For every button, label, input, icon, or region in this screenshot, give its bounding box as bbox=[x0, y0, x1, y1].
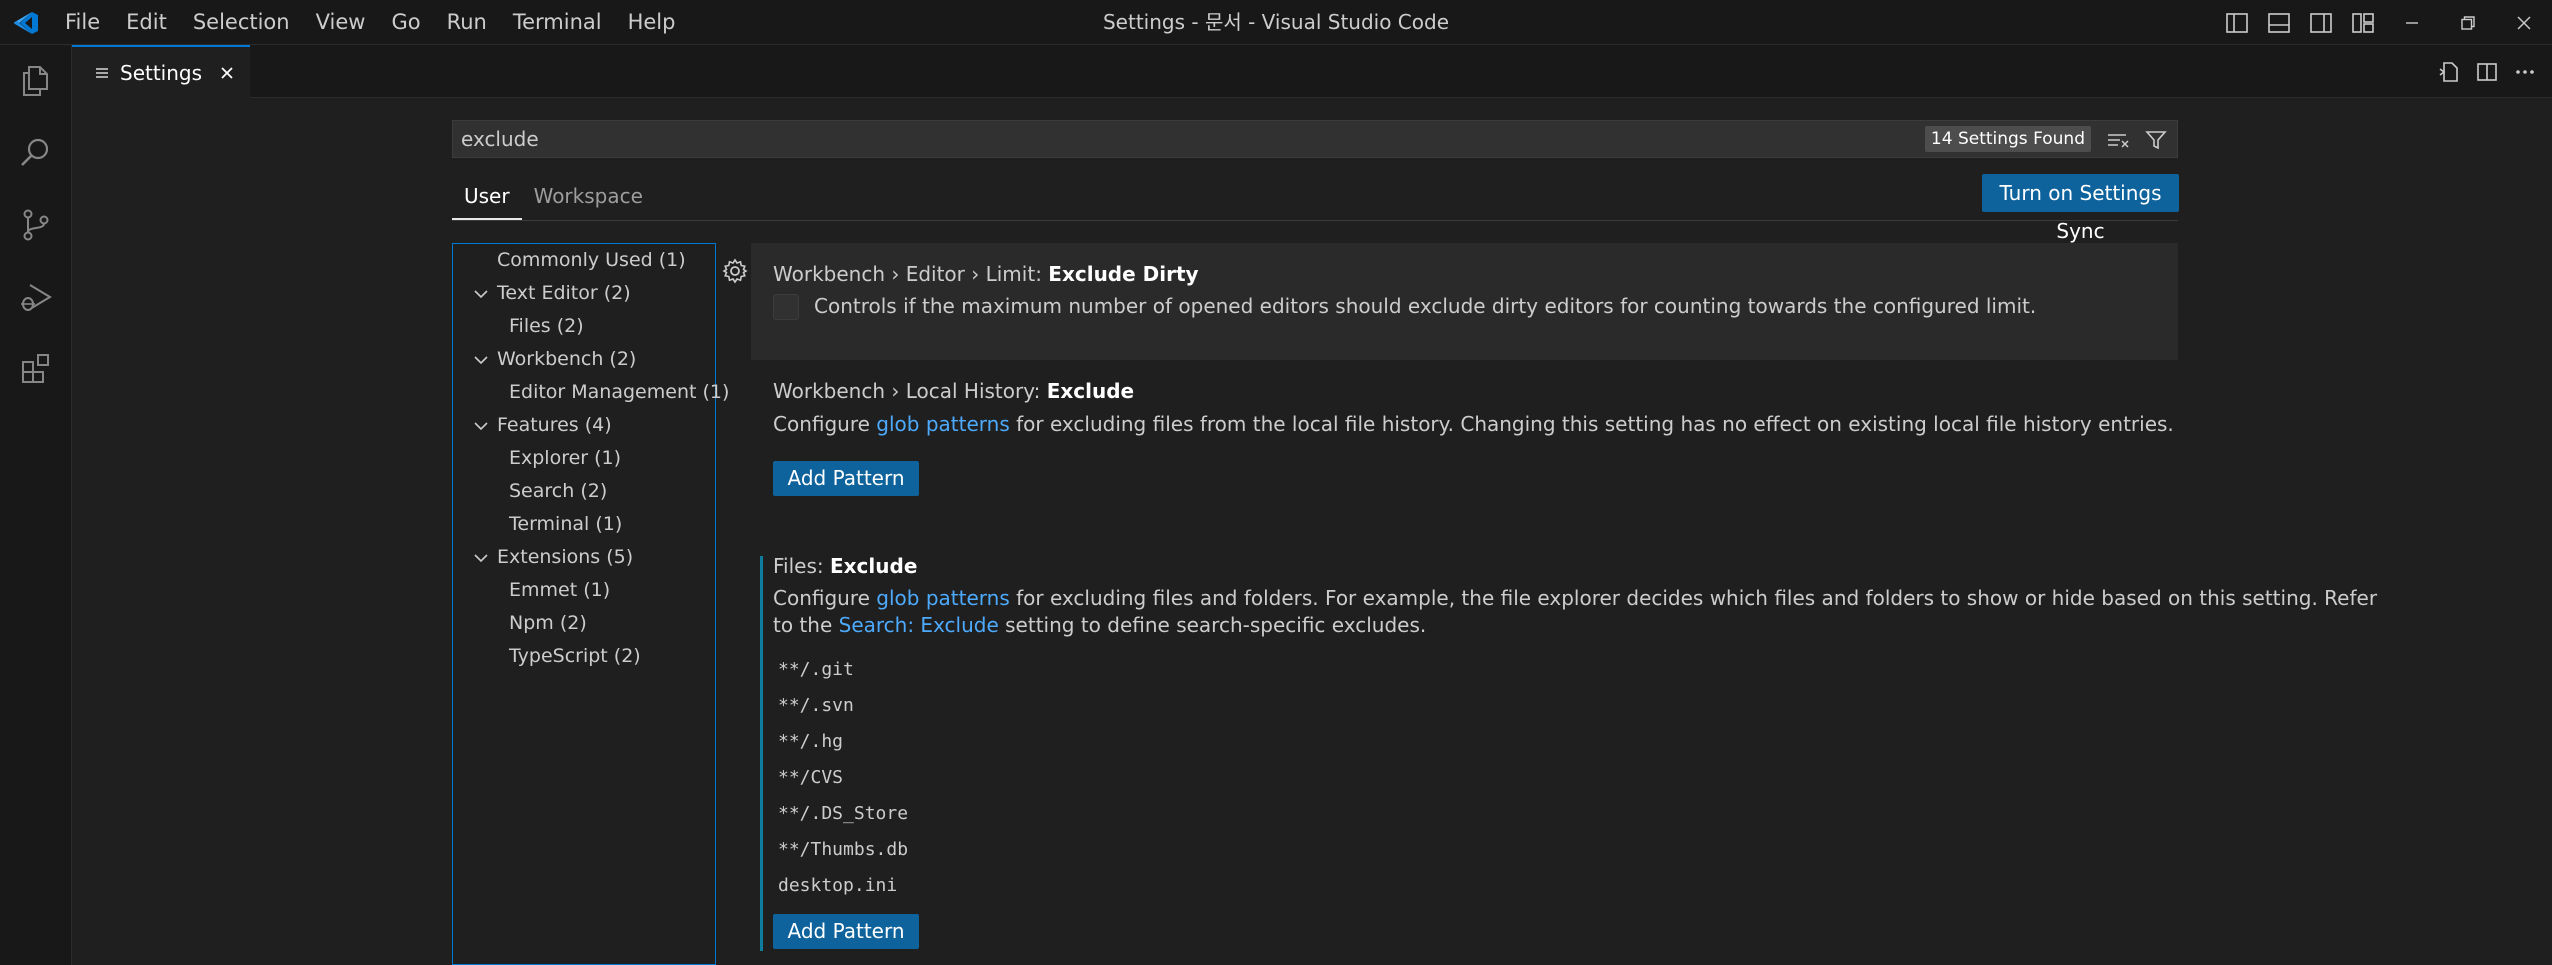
setting-title: Workbench › Editor › Limit: Exclude Dirt… bbox=[773, 262, 1199, 286]
settings-search-input[interactable]: exclude 14 Settings Found bbox=[452, 120, 2178, 158]
clear-search-icon[interactable] bbox=[2103, 125, 2133, 155]
menu-help[interactable]: Help bbox=[615, 0, 689, 45]
tab-settings[interactable]: Settings bbox=[72, 45, 250, 98]
scope-tabs-divider bbox=[452, 220, 2178, 221]
toc-item-search[interactable]: Search (2) bbox=[509, 475, 607, 508]
setting-description: Controls if the maximum number of opened… bbox=[814, 294, 2037, 318]
minimize-icon[interactable] bbox=[2384, 0, 2440, 45]
add-pattern-button[interactable]: Add Pattern bbox=[773, 914, 919, 949]
close-window-icon[interactable] bbox=[2496, 0, 2552, 45]
setting-title: Files: Exclude bbox=[773, 554, 917, 578]
search-value: exclude bbox=[461, 127, 539, 151]
tab-label: Settings bbox=[120, 60, 203, 85]
setting-category: Workbench › Local History: bbox=[773, 379, 1047, 403]
toc-item-features[interactable]: Features (4) bbox=[497, 409, 612, 442]
glob-patterns-link[interactable]: glob patterns bbox=[876, 586, 1009, 610]
toc-item-text-editor[interactable]: Text Editor (2) bbox=[497, 277, 631, 310]
chevron-down-icon[interactable] bbox=[471, 277, 491, 310]
settings-found-badge: 14 Settings Found bbox=[1924, 126, 2091, 152]
setting-category: Workbench › Editor › Limit: bbox=[773, 262, 1049, 286]
pattern-item[interactable]: **/.DS_Store bbox=[778, 803, 908, 824]
setting-category: Files: bbox=[773, 554, 830, 578]
desc-text: to the bbox=[773, 613, 839, 637]
menu-bar: File Edit Selection View Go Run Terminal… bbox=[52, 0, 688, 45]
restore-icon[interactable] bbox=[2440, 0, 2496, 45]
desc-text: Configure bbox=[773, 586, 877, 610]
menu-file[interactable]: File bbox=[52, 0, 113, 45]
add-pattern-button[interactable]: Add Pattern bbox=[773, 461, 919, 496]
toc-item-terminal[interactable]: Terminal (1) bbox=[509, 508, 622, 541]
desc-text: setting to define search-specific exclud… bbox=[998, 613, 1427, 637]
desc-text: for excluding files from the local file … bbox=[1009, 412, 2174, 436]
toc-item-npm[interactable]: Npm (2) bbox=[509, 607, 587, 640]
toggle-panel-icon[interactable] bbox=[2262, 6, 2296, 40]
toc-item-commonly-used[interactable]: Commonly Used (1) bbox=[497, 244, 686, 277]
open-settings-json-icon[interactable] bbox=[2430, 53, 2468, 91]
chevron-down-icon[interactable] bbox=[471, 343, 491, 376]
setting-name: Exclude Dirty bbox=[1048, 262, 1199, 286]
more-actions-icon[interactable] bbox=[2506, 53, 2544, 91]
settings-list-icon bbox=[96, 67, 108, 78]
search-icon[interactable] bbox=[0, 117, 72, 189]
menu-run[interactable]: Run bbox=[434, 0, 500, 45]
exclude-dirty-checkbox[interactable] bbox=[773, 294, 799, 320]
tab-workspace[interactable]: Workspace bbox=[522, 172, 655, 220]
settings-sync-button[interactable]: Turn on Settings Sync bbox=[1982, 174, 2179, 243]
title-bar: File Edit Selection View Go Run Terminal… bbox=[0, 0, 2552, 45]
toc-item-explorer[interactable]: Explorer (1) bbox=[509, 442, 621, 475]
toc-item-typescript[interactable]: TypeScript (2) bbox=[509, 640, 641, 673]
modified-indicator bbox=[760, 556, 763, 951]
explorer-icon[interactable] bbox=[0, 45, 72, 117]
pattern-item[interactable]: **/CVS bbox=[778, 767, 843, 788]
desc-text: Configure bbox=[773, 412, 877, 436]
pattern-item[interactable]: **/.git bbox=[778, 659, 854, 680]
pattern-item[interactable]: **/.hg bbox=[778, 731, 843, 752]
menu-edit[interactable]: Edit bbox=[113, 0, 180, 45]
menu-go[interactable]: Go bbox=[378, 0, 433, 45]
chevron-down-icon[interactable] bbox=[471, 409, 491, 442]
setting-description: to the Search: Exclude setting to define… bbox=[773, 613, 1426, 637]
toc-item-workbench[interactable]: Workbench (2) bbox=[497, 343, 636, 376]
close-icon[interactable] bbox=[214, 60, 240, 86]
toc-item-files[interactable]: Files (2) bbox=[509, 310, 584, 343]
toggle-primary-sidebar-icon[interactable] bbox=[2220, 6, 2254, 40]
pattern-item[interactable]: **/.svn bbox=[778, 695, 854, 716]
search-exclude-link[interactable]: Search: Exclude bbox=[839, 613, 999, 637]
vscode-logo-icon bbox=[14, 12, 38, 34]
toc-item-emmet[interactable]: Emmet (1) bbox=[509, 574, 610, 607]
filter-icon[interactable] bbox=[2141, 125, 2171, 155]
setting-description: Configure glob patterns for excluding fi… bbox=[773, 586, 2377, 610]
split-editor-icon[interactable] bbox=[2468, 53, 2506, 91]
menu-selection[interactable]: Selection bbox=[180, 0, 303, 45]
setting-title: Workbench › Local History: Exclude bbox=[773, 379, 1134, 403]
title-bar-actions bbox=[2216, 0, 2552, 45]
extensions-icon[interactable] bbox=[0, 333, 72, 405]
glob-patterns-link[interactable]: glob patterns bbox=[876, 412, 1009, 436]
customize-layout-icon[interactable] bbox=[2346, 6, 2380, 40]
menu-terminal[interactable]: Terminal bbox=[500, 0, 615, 45]
gear-icon[interactable] bbox=[722, 258, 748, 284]
settings-scope-tabs: User Workspace bbox=[452, 172, 655, 220]
setting-name: Exclude bbox=[1046, 379, 1135, 403]
pattern-item[interactable]: desktop.ini bbox=[778, 875, 897, 896]
run-debug-icon[interactable] bbox=[0, 261, 72, 333]
toc-item-extensions[interactable]: Extensions (5) bbox=[497, 541, 633, 574]
toggle-secondary-sidebar-icon[interactable] bbox=[2304, 6, 2338, 40]
settings-toc: Commonly Used (1) Text Editor (2) Files … bbox=[452, 243, 729, 965]
source-control-icon[interactable] bbox=[0, 189, 72, 261]
chevron-down-icon[interactable] bbox=[471, 541, 491, 574]
setting-name: Exclude bbox=[829, 554, 918, 578]
menu-view[interactable]: View bbox=[303, 0, 379, 45]
editor-tab-bar: Settings bbox=[72, 45, 2552, 98]
tab-user[interactable]: User bbox=[452, 172, 522, 220]
desc-text: for excluding files and folders. For exa… bbox=[1009, 586, 2378, 610]
toc-item-editor-management[interactable]: Editor Management (1) bbox=[509, 376, 729, 409]
editor-actions bbox=[2430, 45, 2544, 98]
activity-bar bbox=[0, 45, 72, 965]
setting-description: Configure glob patterns for excluding fi… bbox=[773, 412, 2174, 436]
pattern-item[interactable]: **/Thumbs.db bbox=[778, 839, 908, 860]
